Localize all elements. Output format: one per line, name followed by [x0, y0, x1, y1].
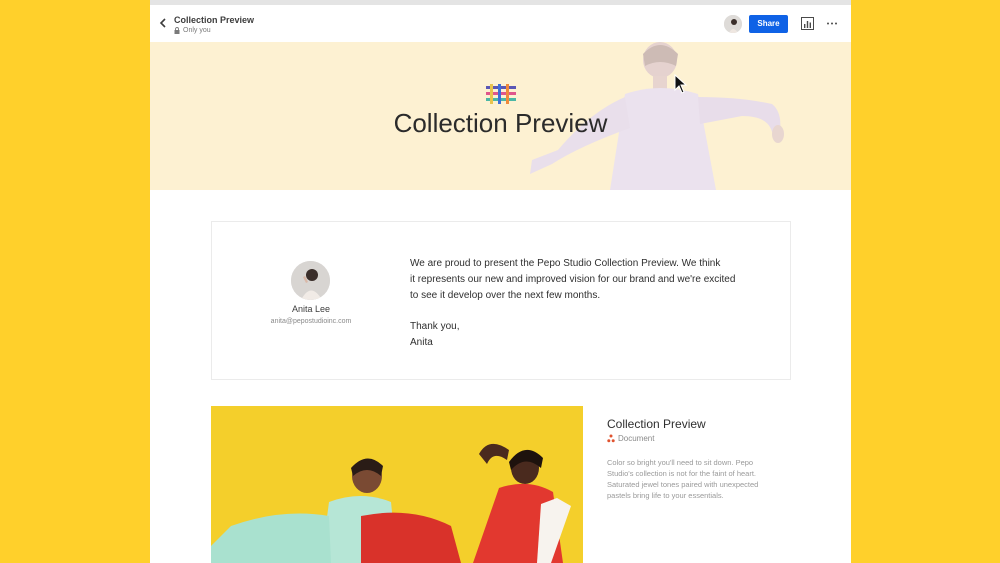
- lock-icon: [174, 27, 180, 34]
- collection-logo: [486, 84, 516, 104]
- signature-line: Thank you,: [410, 321, 460, 332]
- item-description: Color so bright you'll need to sit down.…: [607, 457, 797, 501]
- cursor-icon: [674, 74, 688, 94]
- description-line: Studio's collection is not for the faint…: [607, 469, 757, 478]
- app-window: Collection Preview Only you Share Collec…: [150, 0, 851, 563]
- privacy-label: Only you: [183, 27, 211, 34]
- signature-line: Anita: [410, 337, 433, 348]
- message-signature: Thank you, Anita: [410, 319, 459, 351]
- item-type: Document: [607, 434, 654, 443]
- avatar-image: [724, 15, 742, 33]
- author-avatar: [291, 261, 330, 300]
- more-icon: [827, 22, 837, 25]
- message-body: We are proud to present the Pepo Studio …: [410, 256, 770, 304]
- more-options-button[interactable]: [826, 17, 838, 30]
- author-email[interactable]: anita@pepostudioinc.com: [241, 318, 381, 325]
- description-line: Color so bright you'll need to sit down.…: [607, 458, 754, 467]
- header-bar: Collection Preview Only you Share: [150, 5, 851, 42]
- message-line: it represents our new and improved visio…: [410, 274, 736, 285]
- share-button[interactable]: Share: [749, 15, 788, 33]
- document-icon: [607, 434, 615, 443]
- back-button[interactable]: [157, 15, 169, 31]
- message-line: We are proud to present the Pepo Studio …: [410, 258, 721, 269]
- collection-item-image[interactable]: [211, 406, 583, 563]
- document-title[interactable]: Collection Preview: [174, 15, 254, 25]
- stats-icon: [801, 17, 814, 30]
- description-line: pastels bring life to your essentials.: [607, 491, 724, 500]
- item-type-label: Document: [618, 434, 655, 443]
- description-line: Saturated jewel tones paired with unexpe…: [607, 480, 759, 489]
- hero-banner: Collection Preview: [150, 42, 851, 190]
- message-card: Anita Lee anita@pepostudioinc.com We are…: [211, 221, 791, 380]
- author-name: Anita Lee: [291, 304, 331, 314]
- models-photo: [211, 406, 583, 563]
- author-photo: [291, 261, 330, 300]
- user-avatar[interactable]: [724, 15, 742, 33]
- item-title[interactable]: Collection Preview: [607, 417, 706, 431]
- chevron-left-icon: [159, 18, 166, 28]
- privacy-status: Only you: [174, 27, 211, 34]
- message-line: to see it develop over the next few mont…: [410, 290, 601, 301]
- hero-title: Collection Preview: [393, 108, 608, 138]
- stats-button[interactable]: [801, 17, 814, 30]
